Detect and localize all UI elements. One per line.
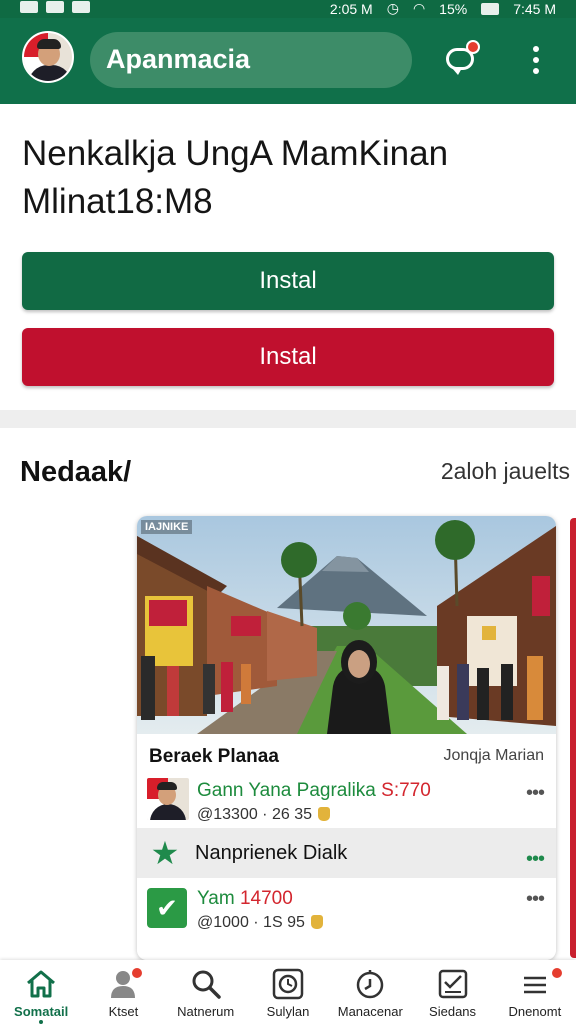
item-meta: @13300 · 26 35 <box>197 806 330 824</box>
nav-label: Sulylan <box>266 1004 310 1019</box>
app-notification-icon <box>72 1 90 13</box>
nav-people[interactable]: Ktset <box>82 960 164 1024</box>
next-card-peek[interactable] <box>570 518 576 958</box>
contestant-avatar <box>147 778 189 820</box>
nav-tasks[interactable]: Siedans <box>411 960 493 1024</box>
news-section: Nedaak/ 2aloh jauelts IAJNIKE Beraek Pla… <box>0 428 576 960</box>
nav-label: Manacenar <box>337 1004 403 1019</box>
item-name: Yam 14700 <box>197 888 293 909</box>
alarm-icon: ◷ <box>386 0 399 16</box>
nav-label: Dnenomt <box>508 1004 562 1019</box>
nav-manager[interactable]: Manacenar <box>329 960 411 1024</box>
card-title: Beraek Planaa <box>149 746 279 767</box>
list-item[interactable]: Gann Yana Pagralika S:770 @13300 · 26 35… <box>137 772 556 828</box>
item-score: S:770 <box>381 780 431 801</box>
gallery-icon <box>46 1 64 13</box>
timer-icon <box>357 970 384 999</box>
item-score: 14700 <box>239 888 293 909</box>
battery-percent: 15% <box>439 0 468 17</box>
install-button-primary[interactable]: Instal <box>22 252 554 310</box>
image-tag: IAJNIKE <box>141 520 193 534</box>
item-name: Gann Yana Pagralika S:770 <box>197 780 431 801</box>
profile-avatar[interactable] <box>22 31 74 83</box>
medal-icon <box>318 807 330 821</box>
nav-menu[interactable]: Dnenomt <box>494 960 576 1024</box>
section-title: Nedaak/ <box>20 456 132 488</box>
see-all-link[interactable]: 2aloh jauelts <box>441 458 570 485</box>
status-bar: 2:05 M ◷ ◠ 15% 7:45 M <box>0 0 576 18</box>
nav-label: Siedans <box>429 1004 477 1019</box>
checklist-icon <box>438 969 467 999</box>
nav-label: Somatail <box>14 1004 69 1019</box>
notification-badge <box>549 966 564 980</box>
menu-icon <box>523 976 546 994</box>
more-horizontal-icon[interactable]: ••• <box>526 782 545 805</box>
list-item[interactable]: ✔ Yam 14700 @1000 · 1S 95 ••• <box>137 878 556 960</box>
install-card: Nenkalkja UngA MamKinan Mlinat18:M8 Inst… <box>0 104 576 410</box>
list-item[interactable]: ★ Nanprienek Dialk ••• <box>137 828 556 878</box>
bottom-navigation: Somatail Ktset Natnerum Sulylan Manacena… <box>0 960 576 1024</box>
overflow-menu-button[interactable] <box>522 40 550 80</box>
card-author[interactable]: Jonqja Marian <box>444 747 545 765</box>
clock-icon <box>272 968 304 1000</box>
more-horizontal-icon[interactable]: ••• <box>526 888 545 911</box>
event-card[interactable]: IAJNIKE Beraek Planaa Jonqja Marian Gann… <box>137 516 556 960</box>
checkbox-icon[interactable]: ✔ <box>147 888 187 928</box>
more-vertical-icon <box>533 46 539 52</box>
medal-icon <box>310 915 323 929</box>
page-headline: Nenkalkja UngA MamKinan Mlinat18:M8 <box>22 130 552 226</box>
app-title-pill[interactable]: Apanmacia <box>90 32 412 88</box>
star-icon: ★ <box>150 835 180 871</box>
battery-icon <box>481 2 500 15</box>
nav-search[interactable]: Natnerum <box>165 960 247 1024</box>
nav-schedule[interactable]: Sulylan <box>247 960 329 1024</box>
headline-line-1: Nenkalkja UngA MamKinan <box>22 134 449 173</box>
install-button-secondary[interactable]: Instal <box>22 328 554 386</box>
wifi-icon: ◠ <box>412 0 426 16</box>
nav-label: Ktset <box>108 1004 139 1019</box>
status-time: 2:05 M <box>329 0 373 17</box>
nav-label: Natnerum <box>177 1004 235 1019</box>
app-bar: Apanmacia <box>0 18 576 104</box>
signal-icon <box>20 1 38 13</box>
item-meta: @1000 · 1S 95 <box>197 914 323 932</box>
home-icon <box>27 970 56 998</box>
card-header: Beraek Planaa Jonqja Marian <box>137 734 556 772</box>
headline-line-2: Mlinat18:M8 <box>22 182 213 221</box>
notification-badge <box>466 40 480 54</box>
event-photo[interactable]: IAJNIKE <box>137 516 556 734</box>
notification-badge <box>130 966 145 980</box>
nav-home[interactable]: Somatail <box>0 960 82 1024</box>
messages-button[interactable] <box>442 40 482 80</box>
item-label: Nanprienek Dialk <box>195 842 348 864</box>
more-horizontal-icon[interactable]: ••• <box>526 848 545 871</box>
status-clock: 7:45 M <box>513 0 556 17</box>
search-icon <box>192 970 221 999</box>
